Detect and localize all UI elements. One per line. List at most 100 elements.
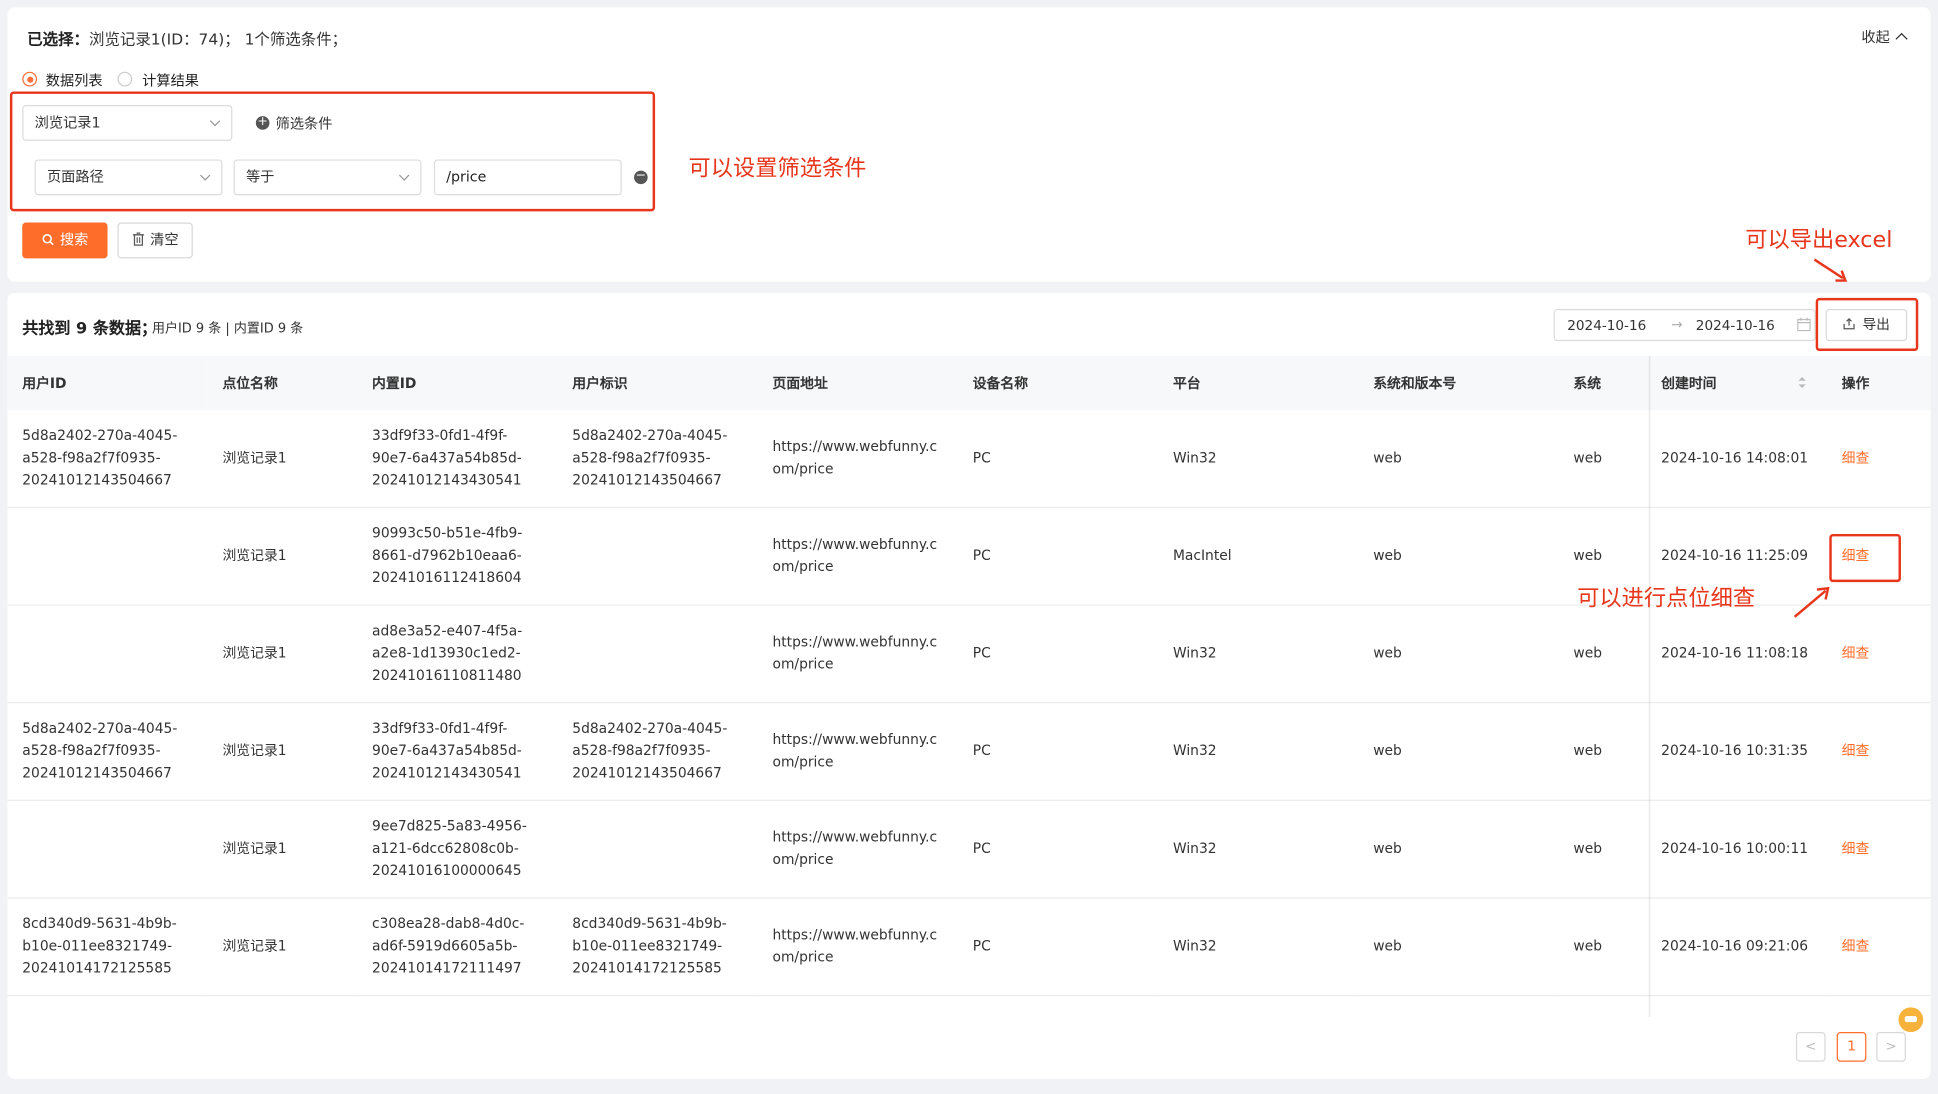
cell-os: web <box>1558 702 1647 801</box>
cell-builtin-id: ad8e3a52-e407-4f5a- a2e8-1d13930c1ed2- 2… <box>357 605 558 704</box>
cell-device-text: PC <box>972 938 991 955</box>
date-range-picker[interactable]: 2024-10-16 → 2024-10-16 <box>1553 309 1816 342</box>
cell-event-name: 浏览记录1 <box>207 702 358 801</box>
cell-builtin-id-text: ad8e3a52-e407-4f5a- a2e8-1d13930c1ed2- 2… <box>372 622 523 684</box>
cell-os-version-text: web <box>1373 449 1402 466</box>
cell-builtin-id: 90993c50-b51e-4fb9- 8661-d7962b10eaa6- 2… <box>357 507 558 606</box>
cell-page-url-text: https://www.webfunny.c om/price <box>772 829 938 868</box>
cell-created: 2024-10-16 10:00:11 <box>1646 800 1827 899</box>
cell-user-id-text: 8cd340d9-5631-4b9b- b10e-011ee8321749- 2… <box>22 915 177 977</box>
annotation-export-box <box>1815 297 1919 352</box>
col-user-id: 用户ID <box>7 355 208 411</box>
cell-os-text: web <box>1573 742 1603 759</box>
cell-os-version: web <box>1358 897 1559 997</box>
radio-data-list[interactable] <box>22 71 38 87</box>
annotation-export-text: 可以导出excel <box>1745 227 1893 254</box>
trash-icon <box>132 232 144 246</box>
clear-button[interactable]: 清空 <box>117 222 193 259</box>
cell-os-version: web <box>1358 410 1559 508</box>
col-builtin-id: 内置ID <box>357 355 558 411</box>
cell-page-url-text: https://www.webfunny.c om/price <box>772 926 938 966</box>
cell-user-tag <box>557 605 758 704</box>
arrow-right-icon: → <box>1671 316 1683 333</box>
cell-device-text: PC <box>972 742 991 759</box>
cell-builtin-id-text: 9ee7d825-5a83-4956- a121-6dcc62808c0b- 2… <box>372 818 527 879</box>
cell-page-url-text: https://www.webfunny.c om/price <box>772 634 938 673</box>
cell-platform-text: Win32 <box>1172 840 1217 857</box>
search-label: 搜索 <box>59 231 89 249</box>
col-event-name: 点位名称 <box>207 355 358 411</box>
cell-event-name: 浏览记录1 <box>207 507 358 606</box>
cell-user-id <box>7 605 208 704</box>
cell-page-url: https://www.webfunny.c om/price <box>757 702 958 801</box>
cell-device: PC <box>957 897 1159 997</box>
calendar-icon <box>1797 317 1811 332</box>
cell-page-url: https://www.webfunny.c om/price <box>757 507 958 606</box>
table-row: 8cd340d9-5631-4b9b- b10e-011ee8321749- 2… <box>7 897 1931 997</box>
detail-link[interactable]: 细查 <box>1842 743 1870 759</box>
cell-page-url: https://www.webfunny.c om/price <box>757 605 958 704</box>
cell-user-id: 5d8a2402-270a-4045- a528-f98a2f7f0935- 2… <box>7 410 208 508</box>
chat-icon[interactable] <box>1898 1007 1924 1033</box>
col-user-tag: 用户标识 <box>557 355 758 411</box>
detail-link[interactable]: 细查 <box>1842 645 1870 661</box>
cell-builtin-id: 33df9f33-0fd1-4f9f- 90e7-6a437a54b85d- 2… <box>357 702 558 801</box>
col-created-label: 创建时间 <box>1661 375 1717 392</box>
fixed-column-shadow <box>1648 355 1652 1018</box>
cell-builtin-id-text: 90993c50-b51e-4fb9- 8661-d7962b10eaa6- 2… <box>372 525 523 586</box>
col-created[interactable]: 创建时间 <box>1646 355 1827 411</box>
table-row: 5d8a2402-270a-4045- a528-f98a2f7f0935- 2… <box>7 702 1931 801</box>
search-button[interactable]: 搜索 <box>22 222 108 259</box>
cell-os-version: web <box>1358 605 1559 704</box>
cell-os-version-text: web <box>1373 742 1402 759</box>
search-icon <box>41 234 54 246</box>
cell-operation: 细查 <box>1826 897 1931 997</box>
cell-os-version: web <box>1358 800 1559 899</box>
cell-builtin-id: 33df9f33-0fd1-4f9f- 90e7-6a437a54b85d- 2… <box>357 410 558 508</box>
cell-os-text: web <box>1573 938 1603 955</box>
results-summary-detail: 用户ID 9 条 | 内置ID 9 条 <box>152 321 304 337</box>
cell-os-text: web <box>1573 547 1603 564</box>
col-os-version: 系统和版本号 <box>1358 355 1559 411</box>
cell-created-text: 2024-10-16 10:31:35 <box>1661 742 1809 759</box>
detail-link[interactable]: 细查 <box>1842 938 1870 954</box>
date-start: 2024-10-16 <box>1567 317 1647 334</box>
cell-platform: Win32 <box>1158 702 1359 801</box>
cell-created: 2024-10-16 10:31:35 <box>1646 702 1827 801</box>
cell-event-name: 浏览记录1 <box>207 800 358 899</box>
annotation-export-arrow <box>1813 258 1848 282</box>
cell-page-url: https://www.webfunny.c om/price <box>757 410 958 508</box>
pagination-next-button[interactable]: > <box>1876 1032 1906 1062</box>
cell-page-url: https://www.webfunny.c om/price <box>757 897 958 997</box>
radio-calc-result[interactable] <box>117 71 133 87</box>
cell-user-id <box>7 800 208 899</box>
cell-os-text: web <box>1573 840 1603 857</box>
cell-builtin-id-text: 33df9f33-0fd1-4f9f- 90e7-6a437a54b85d- 2… <box>372 720 522 782</box>
cell-builtin-id-text: c308ea28-dab8-4d0c- ad6f-5919d6605a5b- 2… <box>372 915 525 977</box>
cell-os: web <box>1558 410 1647 508</box>
radio-data-list-label: 数据列表 <box>45 71 103 89</box>
detail-link[interactable]: 细查 <box>1842 450 1870 466</box>
collapse-button[interactable]: 收起 <box>1861 27 1908 47</box>
cell-os: web <box>1558 800 1647 899</box>
cell-builtin-id-text: 33df9f33-0fd1-4f9f- 90e7-6a437a54b85d- 2… <box>372 427 522 489</box>
detail-link[interactable]: 细查 <box>1842 840 1870 856</box>
cell-user-tag: 5d8a2402-270a-4045- a528-f98a2f7f0935- 2… <box>557 410 758 508</box>
cell-device: PC <box>957 410 1159 508</box>
cell-user-tag-text: 8cd340d9-5631-4b9b- b10e-011ee8321749- 2… <box>572 915 727 977</box>
pagination-page-1[interactable]: 1 <box>1836 1032 1867 1062</box>
cell-os-version-text: web <box>1373 645 1402 662</box>
cell-device-text: PC <box>972 449 991 466</box>
pagination-prev-button[interactable]: < <box>1795 1032 1826 1062</box>
cell-platform: MacIntel <box>1158 507 1359 606</box>
cell-device: PC <box>957 507 1159 606</box>
collapse-label: 收起 <box>1861 28 1890 46</box>
cell-created-text: 2024-10-16 10:00:11 <box>1661 840 1809 857</box>
sort-icon[interactable] <box>1797 376 1807 390</box>
cell-created-text: 2024-10-16 11:25:09 <box>1661 547 1809 564</box>
table-row: 5d8a2402-270a-4045- a528-f98a2f7f0935- 2… <box>7 410 1931 508</box>
cell-operation: 细查 <box>1826 702 1931 801</box>
cell-os-text: web <box>1573 449 1603 466</box>
cell-event-name: 浏览记录1 <box>207 605 358 704</box>
cell-platform-text: Win32 <box>1172 742 1217 759</box>
